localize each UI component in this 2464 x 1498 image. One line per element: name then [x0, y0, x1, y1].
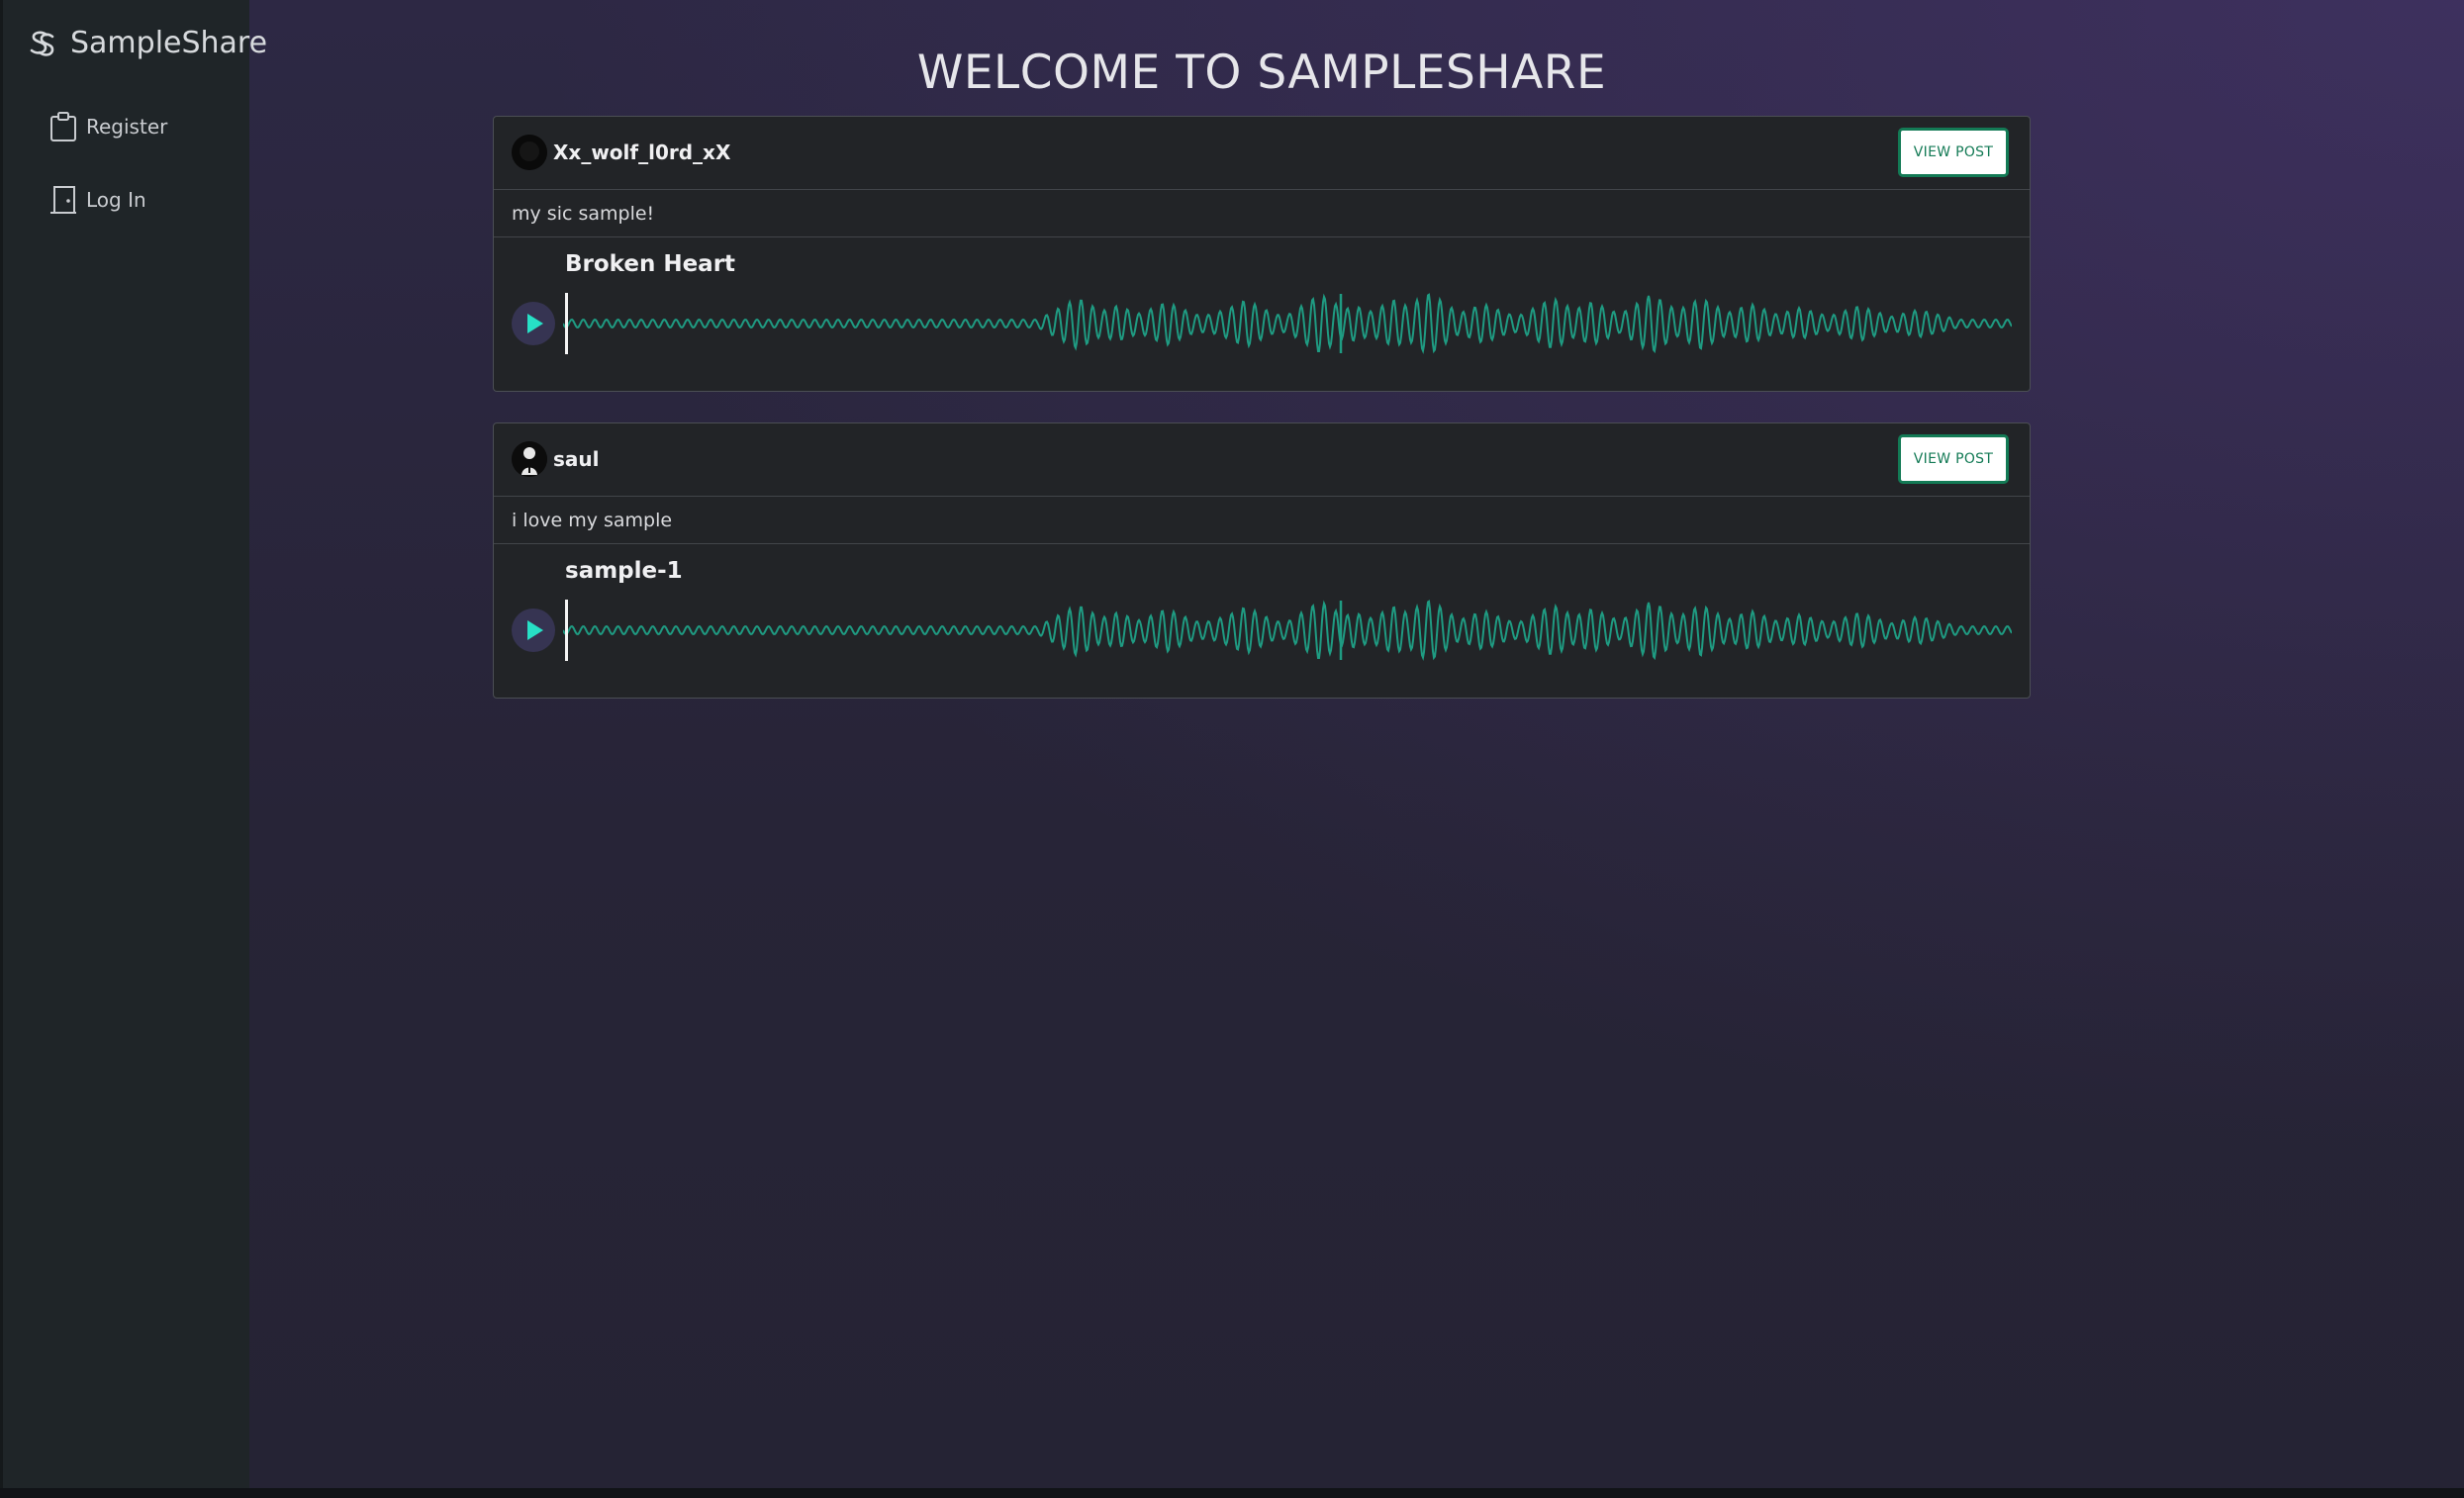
post-caption: my sic sample! — [494, 190, 2030, 237]
sidebar: SampleShare Register Log In — [0, 0, 267, 1488]
post-card: Xx_wolf_l0rd_xX VIEW POST my sic sample!… — [493, 116, 2031, 392]
audio-player: Broken Heart — [494, 237, 2030, 391]
sidebar-item-register[interactable]: Register — [48, 111, 167, 142]
waveform[interactable] — [563, 598, 2012, 663]
play-button[interactable] — [512, 302, 555, 345]
clipboard-icon — [48, 111, 78, 142]
post-caption: i love my sample — [494, 497, 2030, 544]
post-card: saul VIEW POST i love my sample sample-1 — [493, 422, 2031, 699]
play-icon — [527, 620, 543, 640]
bottom-bar — [0, 1488, 2464, 1498]
post-header: saul VIEW POST — [494, 423, 2030, 497]
brand-name: SampleShare — [70, 26, 268, 60]
waveform-line — [563, 600, 2012, 662]
logo-icon — [27, 29, 56, 58]
sidebar-item-label: Log In — [86, 188, 146, 212]
audio-player: sample-1 — [494, 544, 2030, 698]
view-post-button[interactable]: VIEW POST — [1898, 434, 2009, 484]
view-post-button[interactable]: VIEW POST — [1898, 128, 2009, 177]
playhead[interactable] — [565, 600, 568, 661]
door-icon — [48, 184, 78, 216]
brand[interactable]: SampleShare — [27, 26, 267, 60]
post-username[interactable]: Xx_wolf_l0rd_xX — [553, 140, 730, 164]
post-username[interactable]: saul — [553, 447, 600, 471]
waveform[interactable] — [563, 291, 2012, 356]
page-title: WELCOME TO SAMPLESHARE — [916, 46, 1607, 100]
avatar[interactable] — [512, 135, 547, 170]
sidebar-item-label: Register — [86, 115, 168, 139]
sidebar-item-login[interactable]: Log In — [48, 184, 146, 216]
post-header: Xx_wolf_l0rd_xX VIEW POST — [494, 117, 2030, 190]
avatar[interactable] — [512, 441, 547, 477]
sample-title: sample-1 — [565, 558, 683, 584]
play-button[interactable] — [512, 609, 555, 652]
playhead[interactable] — [565, 293, 568, 354]
sample-title: Broken Heart — [565, 251, 736, 277]
waveform-line — [563, 293, 2012, 355]
play-icon — [527, 314, 543, 333]
